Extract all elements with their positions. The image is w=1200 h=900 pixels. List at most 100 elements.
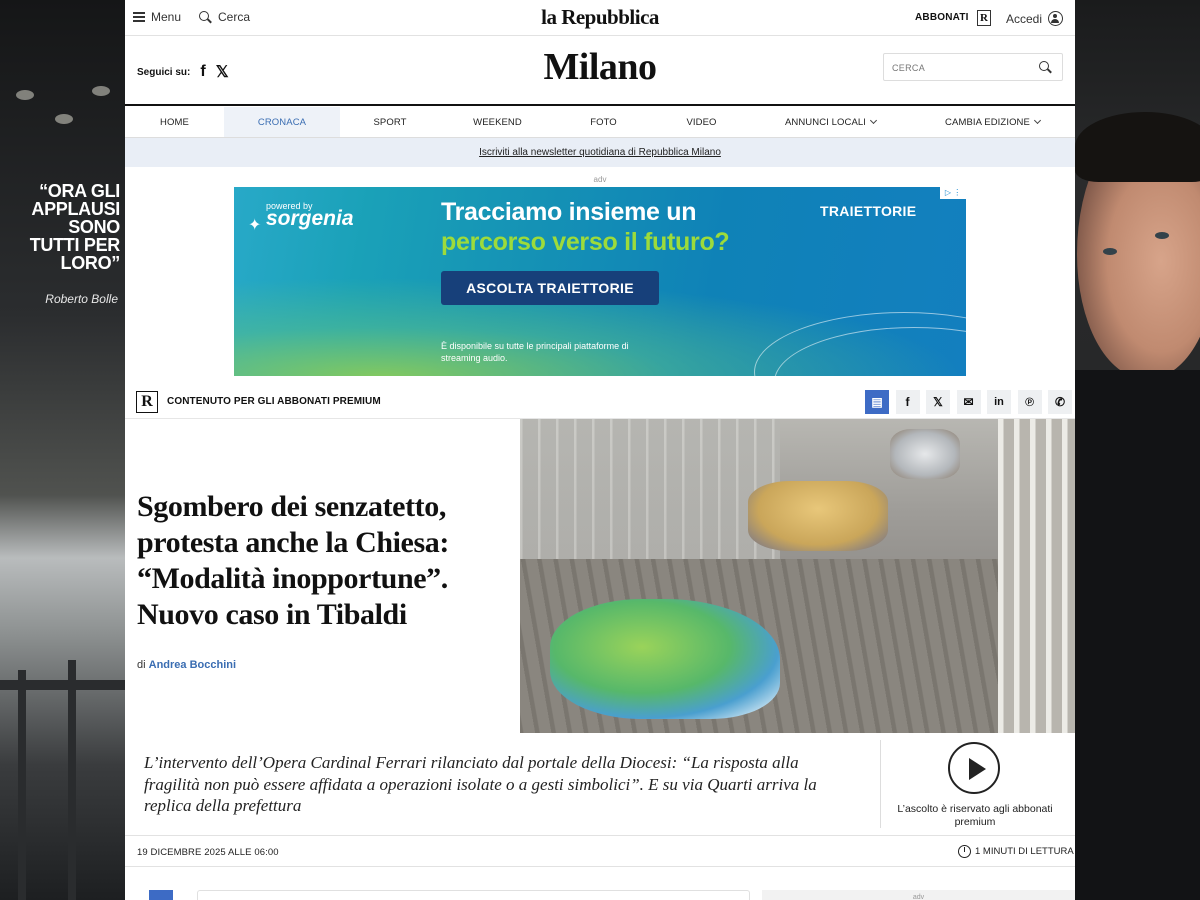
skin-rail-graphic bbox=[0, 600, 125, 900]
adchoices-icon[interactable]: ▷ ⋮ bbox=[940, 187, 966, 199]
ad-brand: sorgenia bbox=[266, 207, 354, 230]
ad-sponsor: TRAIETTORIE bbox=[820, 203, 917, 219]
search-label: Cerca bbox=[218, 10, 251, 24]
nav-label: VIDEO bbox=[686, 116, 717, 128]
edition-title[interactable]: Milano bbox=[543, 46, 657, 88]
r-premium-icon[interactable]: R bbox=[977, 10, 991, 26]
skin-signature: Roberto Bolle bbox=[45, 292, 118, 306]
share-bar: ▤ f 𝕏 ✉ in ℗ ✆ bbox=[865, 390, 1075, 414]
chevron-down-icon bbox=[1033, 116, 1041, 125]
article-headline: Sgombero dei senzatetto, protesta anche … bbox=[137, 490, 449, 631]
byline-prefix: di bbox=[137, 659, 146, 671]
ceiling-lights bbox=[0, 40, 125, 160]
clock-icon bbox=[958, 845, 971, 858]
section-nav: HOME CRONACA SPORT WEEKEND FOTO VIDEO AN… bbox=[125, 107, 1075, 138]
reading-time-label: 1 MINUTI DI LETTURA bbox=[975, 846, 1074, 857]
login-button[interactable]: Accedi bbox=[1006, 11, 1064, 26]
article-body-box bbox=[197, 890, 750, 900]
reading-time: 1 MINUTI DI LETTURA bbox=[958, 845, 1074, 858]
photo-blanket bbox=[748, 481, 888, 551]
facebook-share-icon[interactable]: f bbox=[895, 390, 920, 414]
ad-banner[interactable]: powered by ✦ sorgenia Tracciamo insieme … bbox=[234, 187, 966, 376]
nav-item-cambia-edizione[interactable]: CAMBIA EDIZIONE bbox=[910, 107, 1075, 137]
user-icon bbox=[1048, 11, 1064, 26]
photo-blanket bbox=[550, 599, 780, 719]
follow-us: Seguici su: f 𝕏 bbox=[137, 62, 229, 82]
newsletter-link[interactable]: Iscriviti alla newsletter quotidiana di … bbox=[479, 147, 721, 158]
ad-footnote: È disponibile su tutte le principali pia… bbox=[441, 341, 629, 363]
ad-headline-2: percorso verso il futuro? bbox=[441, 228, 730, 256]
search-icon[interactable] bbox=[1039, 61, 1052, 74]
search-input[interactable] bbox=[892, 60, 1032, 76]
skin-ad-left[interactable]: “ORA GLI APPLAUSI SONO TUTTI PER LORO” R… bbox=[0, 0, 125, 900]
abbonati-link[interactable]: ABBONATI bbox=[915, 12, 969, 23]
skin-portrait-eye bbox=[1155, 232, 1169, 239]
skin-portrait-hair bbox=[1075, 112, 1200, 182]
follow-label: Seguici su: bbox=[137, 66, 191, 78]
login-label: Accedi bbox=[1006, 11, 1043, 26]
nav-label: FOTO bbox=[590, 116, 617, 128]
skin-quote: “ORA GLI APPLAUSI SONO TUTTI PER LORO” bbox=[29, 181, 121, 273]
article-photo[interactable] bbox=[520, 419, 1075, 733]
sidebar-adv-label: adv bbox=[912, 894, 925, 900]
nav-label: ANNUNCI LOCALI bbox=[784, 116, 867, 128]
photo-blanket bbox=[890, 429, 960, 479]
x-share-icon[interactable]: 𝕏 bbox=[926, 390, 950, 414]
premium-r-icon: R bbox=[136, 391, 158, 413]
ad-cta-button[interactable]: ASCOLTA TRAIETTORIE bbox=[441, 271, 659, 305]
nav-item-foto[interactable]: FOTO bbox=[555, 107, 652, 137]
skin-ad-right[interactable] bbox=[1075, 0, 1200, 900]
search-icon bbox=[199, 10, 212, 24]
byline: di Andrea Bocchini bbox=[137, 659, 236, 671]
premium-label: CONTENUTO PER GLI ABBONATI PREMIUM bbox=[167, 396, 381, 407]
skin-portrait-eye bbox=[1103, 248, 1117, 255]
hamburger-icon bbox=[133, 12, 145, 22]
nav-item-video[interactable]: VIDEO bbox=[652, 107, 751, 137]
linkedin-icon[interactable]: in bbox=[987, 390, 1011, 414]
masthead: Seguici su: f 𝕏 Milano bbox=[125, 37, 1075, 106]
article-meta: 19 DICEMBRE 2025 ALLE 06:00 1 MINUTI DI … bbox=[125, 836, 1075, 867]
nav-label: CAMBIA EDIZIONE bbox=[945, 116, 1030, 128]
nav-item-home[interactable]: HOME bbox=[125, 107, 224, 137]
search-field[interactable] bbox=[883, 53, 1063, 81]
email-icon[interactable]: ✉ bbox=[956, 390, 981, 414]
menu-button[interactable]: Menu bbox=[133, 10, 181, 24]
chevron-down-icon bbox=[870, 116, 878, 125]
nav-item-annunci-locali[interactable]: ANNUNCI LOCALI bbox=[751, 107, 910, 137]
menu-label: Menu bbox=[151, 10, 182, 24]
toolbar-square-icon[interactable] bbox=[149, 890, 173, 900]
nav-item-sport[interactable]: SPORT bbox=[340, 107, 440, 137]
publish-date: 19 DICEMBRE 2025 ALLE 06:00 bbox=[137, 847, 279, 858]
newsletter-bar: Iscriviti alla newsletter quotidiana di … bbox=[125, 138, 1075, 167]
nav-item-weekend[interactable]: WEEKEND bbox=[440, 107, 555, 137]
nav-label: SPORT bbox=[373, 116, 407, 128]
nav-label: CRONACA bbox=[257, 116, 307, 128]
search-button[interactable]: Cerca bbox=[199, 10, 250, 24]
whatsapp-icon[interactable]: ✆ bbox=[1048, 390, 1072, 414]
sorgenia-star-icon: ✦ bbox=[248, 217, 262, 234]
pinterest-icon[interactable]: ℗ bbox=[1017, 390, 1042, 414]
audio-play-button[interactable] bbox=[948, 742, 1000, 794]
x-icon[interactable]: 𝕏 bbox=[216, 62, 229, 82]
sidebar-ad[interactable]: adv bbox=[762, 890, 1075, 900]
nav-label: HOME bbox=[160, 116, 189, 128]
author-link[interactable]: Andrea Bocchini bbox=[149, 659, 236, 671]
divider bbox=[880, 740, 881, 828]
adv-label: adv bbox=[593, 175, 607, 184]
nav-label: WEEKEND bbox=[473, 116, 522, 128]
article-summary-row: L’intervento dell’Opera Cardinal Ferrari… bbox=[125, 732, 1075, 836]
article-hero: Sgombero dei senzatetto, protesta anche … bbox=[125, 418, 1075, 733]
comments-icon[interactable]: ▤ bbox=[865, 390, 889, 414]
ad-headline-1: Tracciamo insieme un bbox=[441, 198, 697, 226]
article-summary: L’intervento dell’Opera Cardinal Ferrari… bbox=[144, 753, 817, 815]
top-bar: Menu Cerca la Repubblica ABBONATI R Acce… bbox=[125, 0, 1075, 36]
nav-item-cronaca[interactable]: CRONACA bbox=[224, 107, 340, 137]
photo-railing bbox=[998, 419, 1075, 733]
page-column: Menu Cerca la Repubblica ABBONATI R Acce… bbox=[125, 0, 1075, 900]
skin-portrait-body bbox=[1075, 370, 1200, 900]
premium-share-row: R CONTENUTO PER GLI ABBONATI PREMIUM ▤ f… bbox=[125, 386, 1075, 418]
facebook-icon[interactable]: f bbox=[200, 63, 205, 81]
audio-note: L’ascolto è riservato agli abbonati prem… bbox=[897, 803, 1053, 828]
article-body-start: adv bbox=[125, 868, 1075, 900]
repubblica-logo[interactable]: la Repubblica bbox=[541, 5, 659, 29]
